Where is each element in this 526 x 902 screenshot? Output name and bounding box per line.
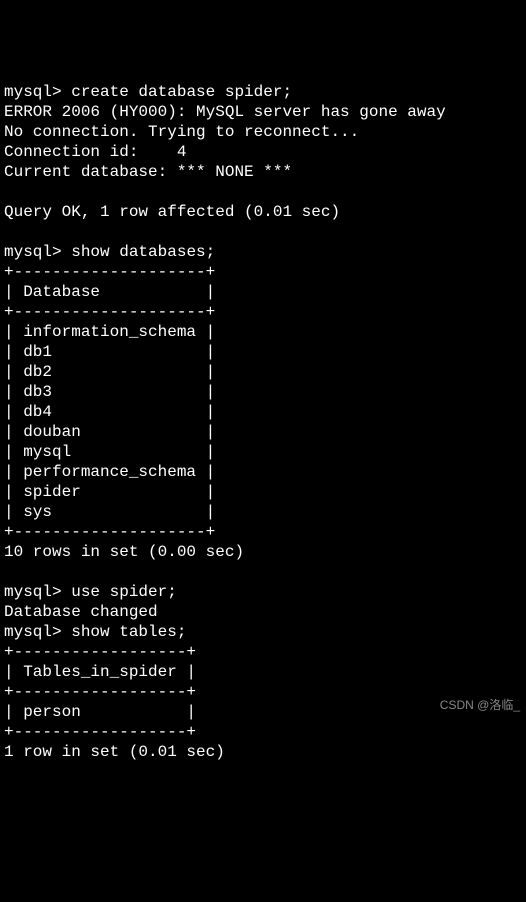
mysql-prompt: mysql> [4, 623, 62, 641]
sql-command: use spider; [71, 583, 177, 601]
table-border: +------------------+ [4, 643, 196, 661]
mysql-prompt: mysql> [4, 243, 62, 261]
sql-command: show tables; [71, 623, 186, 641]
table-border: +------------------+ [4, 723, 196, 741]
mysql-prompt: mysql> [4, 83, 62, 101]
current-database-value: *** NONE *** [177, 163, 292, 181]
table-row: | performance_schema | [4, 463, 215, 481]
reconnect-message: No connection. Trying to reconnect... [4, 123, 359, 141]
terminal-output[interactable]: mysql> create database spider; ERROR 200… [4, 82, 522, 762]
table-header: | Tables_in_spider | [4, 663, 196, 681]
table-row: | information_schema | [4, 323, 215, 341]
table-border: +--------------------+ [4, 263, 215, 281]
table-row: | mysql | [4, 443, 215, 461]
current-database-label: Current database: [4, 163, 177, 181]
sql-command: show databases; [71, 243, 215, 261]
sql-command: create database spider; [71, 83, 292, 101]
query-ok-message: Query OK, 1 row affected (0.01 sec) [4, 203, 340, 221]
table-row: | sys | [4, 503, 215, 521]
table-row: | db3 | [4, 383, 215, 401]
row-count-message: 10 rows in set (0.00 sec) [4, 543, 244, 561]
table-row: | douban | [4, 423, 215, 441]
connection-id-value: 4 [177, 143, 187, 161]
error-message: ERROR 2006 (HY000): MySQL server has gon… [4, 103, 446, 121]
table-border: +--------------------+ [4, 523, 215, 541]
mysql-prompt: mysql> [4, 583, 62, 601]
watermark: CSDN @洛临_ [440, 698, 520, 713]
connection-id-label: Connection id: [4, 143, 177, 161]
table-header: | Database | [4, 283, 215, 301]
table-row: | db2 | [4, 363, 215, 381]
database-changed-message: Database changed [4, 603, 158, 621]
table-border: +------------------+ [4, 683, 196, 701]
table-border: +--------------------+ [4, 303, 215, 321]
table-row: | spider | [4, 483, 215, 501]
table-row: | person | [4, 703, 196, 721]
row-count-message: 1 row in set (0.01 sec) [4, 743, 225, 761]
table-row: | db1 | [4, 343, 215, 361]
table-row: | db4 | [4, 403, 215, 421]
